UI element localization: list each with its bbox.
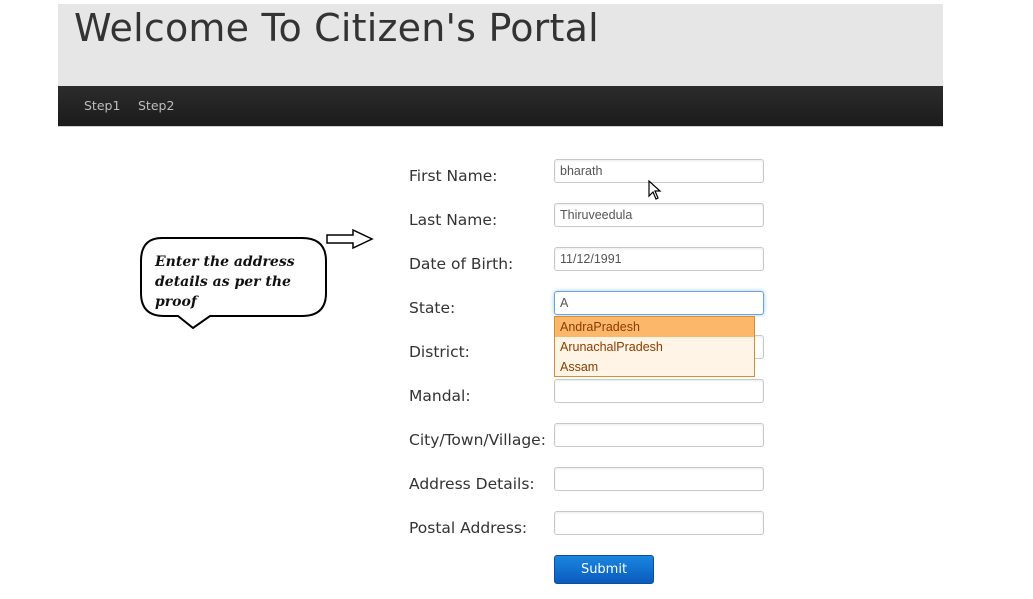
- district-label: District:: [409, 343, 470, 361]
- dob-label: Date of Birth:: [409, 255, 514, 273]
- autocomplete-option[interactable]: AndraPradesh: [555, 317, 754, 337]
- page-title: Welcome To Citizen's Portal: [74, 6, 599, 50]
- address-details-input[interactable]: [554, 467, 764, 491]
- address-details-label: Address Details:: [409, 475, 535, 493]
- postal-address-label: Postal Address:: [409, 519, 528, 537]
- mandal-label: Mandal:: [409, 387, 471, 405]
- state-label: State:: [409, 299, 456, 317]
- mandal-input[interactable]: [554, 379, 764, 403]
- mouse-cursor-icon: [648, 180, 662, 200]
- state-autocomplete-list: AndraPradesh ArunachalPradesh Assam: [554, 316, 755, 377]
- submit-button[interactable]: Submit: [554, 555, 654, 584]
- nav-item-step1[interactable]: Step1: [84, 98, 120, 113]
- dob-input[interactable]: [554, 247, 764, 271]
- callout-text: Enter the address details as per the pro…: [155, 254, 295, 310]
- autocomplete-option[interactable]: ArunachalPradesh: [555, 337, 754, 357]
- page-header: Welcome To Citizen's Portal: [58, 4, 943, 86]
- arrow-right-icon: [326, 229, 374, 249]
- last-name-input[interactable]: [554, 203, 764, 227]
- postal-address-input[interactable]: [554, 511, 764, 535]
- state-input[interactable]: [554, 291, 764, 315]
- nav-item-step2[interactable]: Step2: [138, 98, 174, 113]
- last-name-label: Last Name:: [409, 211, 498, 229]
- city-input[interactable]: [554, 423, 764, 447]
- navbar: Step1 Step2: [58, 86, 943, 127]
- autocomplete-option[interactable]: Assam: [555, 357, 754, 377]
- first-name-label: First Name:: [409, 167, 498, 185]
- city-label: City/Town/Village:: [409, 431, 546, 449]
